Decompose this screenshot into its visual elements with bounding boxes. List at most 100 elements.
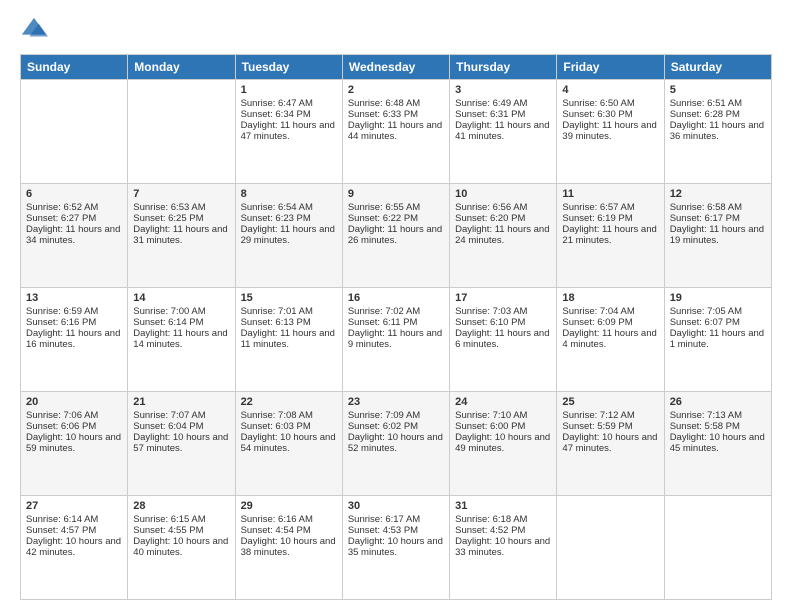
calendar-cell: 26Sunrise: 7:13 AMSunset: 5:58 PMDayligh… (664, 392, 771, 496)
day-number: 14 (133, 292, 229, 304)
day-info: Daylight: 10 hours and 45 minutes. (670, 432, 766, 454)
day-info: Sunrise: 6:14 AM (26, 514, 122, 525)
calendar-cell: 20Sunrise: 7:06 AMSunset: 6:06 PMDayligh… (21, 392, 128, 496)
day-info: Daylight: 11 hours and 19 minutes. (670, 224, 766, 246)
day-info: Sunset: 4:52 PM (455, 525, 551, 536)
day-info: Sunrise: 6:52 AM (26, 202, 122, 213)
calendar-cell: 4Sunrise: 6:50 AMSunset: 6:30 PMDaylight… (557, 80, 664, 184)
day-info: Daylight: 11 hours and 16 minutes. (26, 328, 122, 350)
day-info: Sunrise: 7:05 AM (670, 306, 766, 317)
day-info: Daylight: 11 hours and 44 minutes. (348, 120, 444, 142)
day-info: Sunset: 6:27 PM (26, 213, 122, 224)
day-info: Sunrise: 7:00 AM (133, 306, 229, 317)
day-info: Daylight: 11 hours and 11 minutes. (241, 328, 337, 350)
calendar-cell: 27Sunrise: 6:14 AMSunset: 4:57 PMDayligh… (21, 496, 128, 600)
calendar-cell: 10Sunrise: 6:56 AMSunset: 6:20 PMDayligh… (450, 184, 557, 288)
day-info: Sunset: 6:04 PM (133, 421, 229, 432)
day-info: Daylight: 10 hours and 35 minutes. (348, 536, 444, 558)
calendar-week-row: 13Sunrise: 6:59 AMSunset: 6:16 PMDayligh… (21, 288, 772, 392)
day-info: Sunrise: 6:17 AM (348, 514, 444, 525)
day-number: 29 (241, 500, 337, 512)
day-info: Sunset: 6:02 PM (348, 421, 444, 432)
calendar-cell: 25Sunrise: 7:12 AMSunset: 5:59 PMDayligh… (557, 392, 664, 496)
logo (20, 16, 52, 44)
day-info: Sunrise: 6:51 AM (670, 98, 766, 109)
page: SundayMondayTuesdayWednesdayThursdayFrid… (0, 0, 792, 612)
day-info: Sunrise: 7:09 AM (348, 410, 444, 421)
calendar-cell (557, 496, 664, 600)
calendar-body: 1Sunrise: 6:47 AMSunset: 6:34 PMDaylight… (21, 80, 772, 600)
day-number: 19 (670, 292, 766, 304)
day-info: Sunrise: 7:06 AM (26, 410, 122, 421)
calendar-day-header: Tuesday (235, 55, 342, 80)
day-info: Sunrise: 6:58 AM (670, 202, 766, 213)
day-number: 27 (26, 500, 122, 512)
day-info: Sunset: 6:06 PM (26, 421, 122, 432)
calendar-day-header: Wednesday (342, 55, 449, 80)
day-info: Sunrise: 7:07 AM (133, 410, 229, 421)
day-number: 13 (26, 292, 122, 304)
day-info: Sunset: 6:07 PM (670, 317, 766, 328)
day-info: Daylight: 10 hours and 47 minutes. (562, 432, 658, 454)
day-info: Sunset: 6:03 PM (241, 421, 337, 432)
day-info: Sunrise: 7:03 AM (455, 306, 551, 317)
day-info: Daylight: 10 hours and 57 minutes. (133, 432, 229, 454)
day-info: Sunset: 6:20 PM (455, 213, 551, 224)
day-number: 20 (26, 396, 122, 408)
calendar-header-row: SundayMondayTuesdayWednesdayThursdayFrid… (21, 55, 772, 80)
calendar-week-row: 6Sunrise: 6:52 AMSunset: 6:27 PMDaylight… (21, 184, 772, 288)
day-info: Sunset: 6:33 PM (348, 109, 444, 120)
day-info: Daylight: 10 hours and 40 minutes. (133, 536, 229, 558)
day-info: Sunrise: 6:18 AM (455, 514, 551, 525)
day-info: Daylight: 11 hours and 26 minutes. (348, 224, 444, 246)
calendar-cell (664, 496, 771, 600)
day-info: Sunrise: 7:10 AM (455, 410, 551, 421)
calendar-day-header: Sunday (21, 55, 128, 80)
day-number: 21 (133, 396, 229, 408)
day-info: Sunrise: 6:59 AM (26, 306, 122, 317)
day-info: Sunset: 4:53 PM (348, 525, 444, 536)
calendar-cell: 19Sunrise: 7:05 AMSunset: 6:07 PMDayligh… (664, 288, 771, 392)
day-number: 9 (348, 188, 444, 200)
calendar-day-header: Thursday (450, 55, 557, 80)
day-info: Daylight: 10 hours and 54 minutes. (241, 432, 337, 454)
day-info: Sunrise: 6:55 AM (348, 202, 444, 213)
day-number: 7 (133, 188, 229, 200)
day-info: Daylight: 10 hours and 42 minutes. (26, 536, 122, 558)
day-info: Sunset: 6:31 PM (455, 109, 551, 120)
calendar-cell: 3Sunrise: 6:49 AMSunset: 6:31 PMDaylight… (450, 80, 557, 184)
logo-icon (20, 16, 48, 44)
calendar-cell (21, 80, 128, 184)
day-info: Sunrise: 7:13 AM (670, 410, 766, 421)
day-info: Sunrise: 7:12 AM (562, 410, 658, 421)
calendar-day-header: Saturday (664, 55, 771, 80)
calendar-cell (128, 80, 235, 184)
calendar-cell: 11Sunrise: 6:57 AMSunset: 6:19 PMDayligh… (557, 184, 664, 288)
day-info: Sunset: 5:59 PM (562, 421, 658, 432)
day-info: Sunset: 6:28 PM (670, 109, 766, 120)
calendar-cell: 22Sunrise: 7:08 AMSunset: 6:03 PMDayligh… (235, 392, 342, 496)
calendar-cell: 7Sunrise: 6:53 AMSunset: 6:25 PMDaylight… (128, 184, 235, 288)
day-info: Sunset: 6:17 PM (670, 213, 766, 224)
day-info: Sunrise: 6:48 AM (348, 98, 444, 109)
day-info: Sunrise: 7:02 AM (348, 306, 444, 317)
day-number: 6 (26, 188, 122, 200)
day-info: Sunset: 6:00 PM (455, 421, 551, 432)
calendar-cell: 5Sunrise: 6:51 AMSunset: 6:28 PMDaylight… (664, 80, 771, 184)
day-info: Sunrise: 6:16 AM (241, 514, 337, 525)
day-number: 22 (241, 396, 337, 408)
calendar-cell: 29Sunrise: 6:16 AMSunset: 4:54 PMDayligh… (235, 496, 342, 600)
day-info: Daylight: 11 hours and 34 minutes. (26, 224, 122, 246)
day-number: 8 (241, 188, 337, 200)
day-info: Sunset: 6:30 PM (562, 109, 658, 120)
day-number: 4 (562, 84, 658, 96)
day-info: Sunset: 5:58 PM (670, 421, 766, 432)
day-info: Sunset: 6:19 PM (562, 213, 658, 224)
calendar-day-header: Friday (557, 55, 664, 80)
day-info: Sunset: 4:54 PM (241, 525, 337, 536)
calendar-cell: 12Sunrise: 6:58 AMSunset: 6:17 PMDayligh… (664, 184, 771, 288)
day-info: Daylight: 11 hours and 36 minutes. (670, 120, 766, 142)
day-info: Sunrise: 6:56 AM (455, 202, 551, 213)
day-info: Sunset: 6:23 PM (241, 213, 337, 224)
day-info: Sunrise: 6:15 AM (133, 514, 229, 525)
